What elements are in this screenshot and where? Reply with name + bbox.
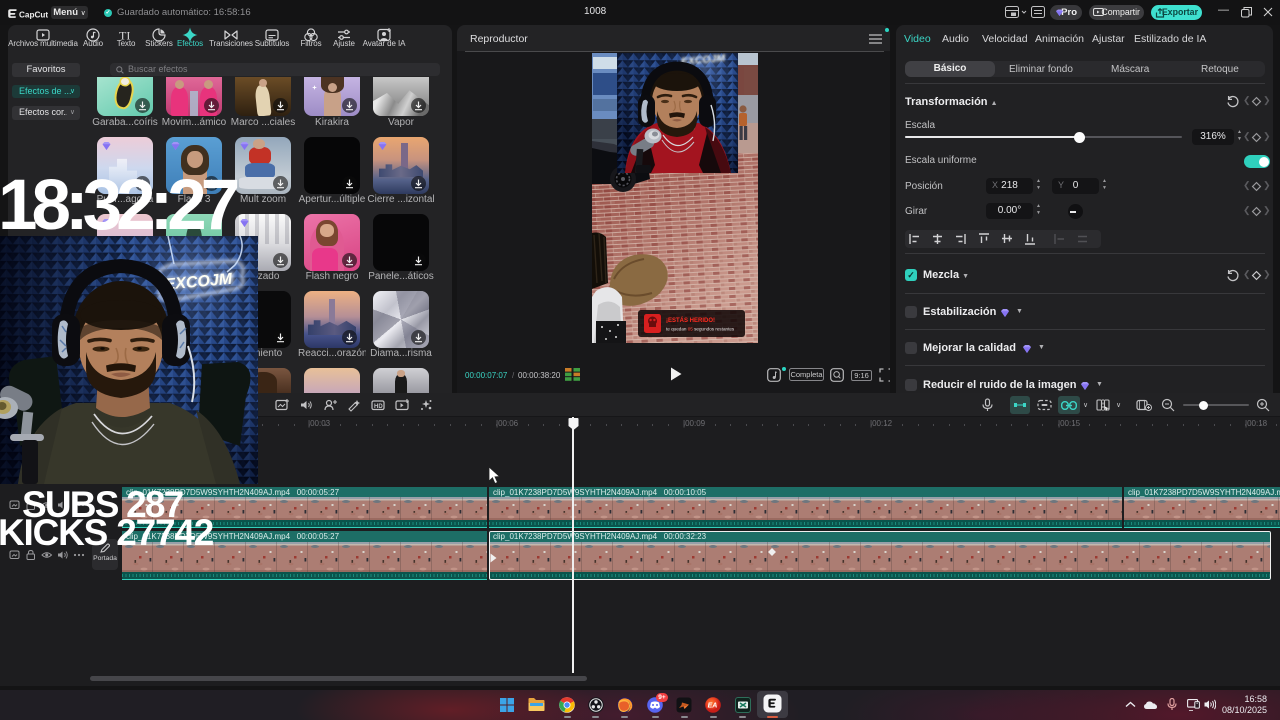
svg-text:¡ESTÁS HERIDO!: ¡ESTÁS HERIDO! <box>666 317 715 324</box>
svg-text:CapCut: CapCut <box>19 10 48 19</box>
svg-text:te quedan 05 segundos restante: te quedan 05 segundos restantes <box>666 327 735 332</box>
svg-text:EA: EA <box>708 703 718 710</box>
svg-text:HD: HD <box>374 404 383 410</box>
